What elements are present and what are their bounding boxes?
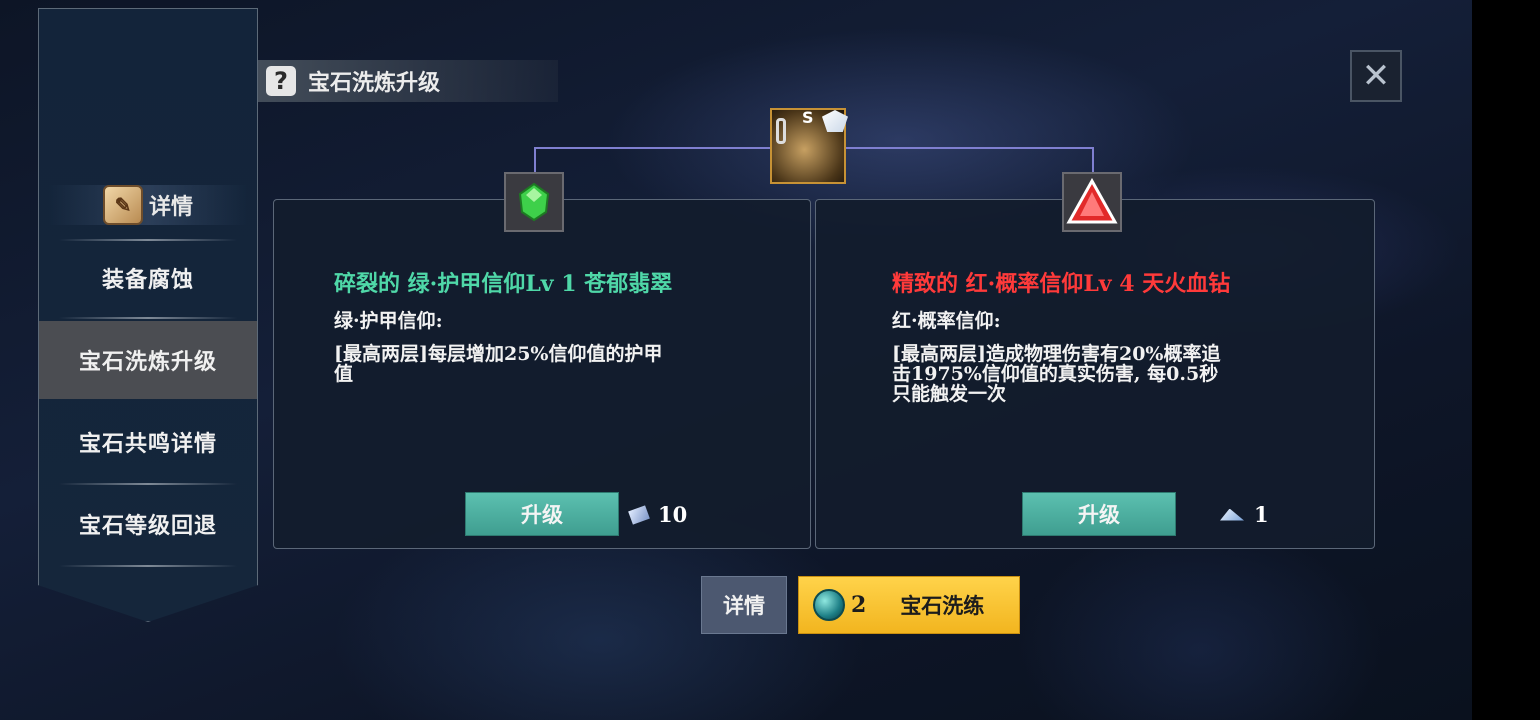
upgrade-button[interactable]: 升级: [465, 492, 619, 536]
upgrade-cost: 10: [628, 502, 688, 527]
green-gem-slot[interactable]: [504, 172, 564, 232]
close-button[interactable]: ✕: [1350, 50, 1402, 102]
sidebar-detail-header[interactable]: ✎ 详情: [49, 185, 247, 225]
gem-refine-button[interactable]: 2 宝石洗练: [798, 576, 1020, 634]
upgrade-button[interactable]: 升级: [1022, 492, 1176, 536]
red-gem-icon: [1066, 178, 1118, 224]
sidebar-item-gem-resonance[interactable]: 宝石共鸣详情: [39, 403, 257, 481]
gem-card-red: 精致的 红·概率信仰Lv 4 天火血钻 红·概率信仰: [最高两层]造成物理伤害…: [815, 199, 1375, 549]
refine-cost-count: 2: [851, 592, 867, 618]
gem-description-line: 击1975%信仰值的真实伤害, 每0.5秒: [892, 363, 1219, 385]
connector-line: [1092, 147, 1094, 173]
page-title: 宝石洗炼升级: [308, 70, 441, 96]
gem-subtitle: 绿·护甲信仰:: [334, 310, 443, 332]
badge-icon: [822, 110, 848, 132]
blue-shard-icon: [628, 504, 650, 525]
gem-title: 碎裂的 绿·护甲信仰Lv 1 苍郁翡翠: [334, 271, 673, 297]
sidebar-detail-label: 详情: [148, 194, 193, 220]
gem-description-line: [最高两层]每层增加25%信仰值的护甲: [334, 343, 663, 365]
screen-edge: [1472, 0, 1540, 720]
gem-description-line: 只能触发一次: [892, 383, 1007, 405]
upgrade-cost: 1: [1220, 502, 1269, 527]
sidebar-item-gem-refine-upgrade[interactable]: 宝石洗炼升级: [39, 321, 257, 399]
sidebar-item-gem-level-rollback[interactable]: 宝石等级回退: [39, 485, 257, 563]
divider: [59, 317, 237, 319]
equipment-grade: S: [802, 108, 814, 127]
refine-button-label: 宝石洗练: [900, 593, 985, 618]
sidebar-item-label: 装备腐蚀: [101, 267, 194, 293]
sidebar-item-label: 宝石等级回退: [78, 513, 217, 539]
equipment-slot[interactable]: S: [770, 108, 848, 184]
sidebar-item-equipment-corrosion[interactable]: 装备腐蚀: [39, 239, 257, 317]
teal-gem-icon: [813, 589, 845, 621]
gem-description-line: 值: [334, 363, 354, 385]
connector-line: [846, 147, 1094, 149]
crystal-shard-icon: [1220, 508, 1244, 521]
game-screen: ✎ 详情 装备腐蚀 宝石洗炼升级 宝石共鸣详情 宝石等级回退 ? 宝石洗炼升级 …: [0, 0, 1472, 720]
cost-value: 10: [658, 502, 688, 527]
red-gem-slot[interactable]: [1062, 172, 1122, 232]
green-gem-icon: [518, 182, 550, 222]
gem-description: [最高两层]每层增加25%信仰值的护甲 值: [334, 344, 662, 384]
gem-title: 精致的 红·概率信仰Lv 4 天火血钻: [892, 271, 1231, 297]
scroll-icon: ✎: [102, 185, 143, 225]
connector-line: [534, 147, 536, 173]
gem-description: [最高两层]造成物理伤害有20%概率追 击1975%信仰值的真实伤害, 每0.5…: [892, 344, 1220, 404]
sidebar-item-label: 宝石共鸣详情: [78, 431, 217, 457]
gem-subtitle: 红·概率信仰:: [892, 310, 1001, 332]
chain-icon: [776, 118, 786, 144]
panel-header: ? 宝石洗炼升级: [258, 60, 558, 102]
gem-card-green: 碎裂的 绿·护甲信仰Lv 1 苍郁翡翠 绿·护甲信仰: [最高两层]每层增加25…: [273, 199, 811, 549]
cost-value: 1: [1254, 502, 1269, 527]
connector-line: [534, 147, 770, 149]
divider: [59, 565, 237, 567]
sidebar-item-label: 宝石洗炼升级: [78, 349, 217, 375]
gem-description-line: [最高两层]造成物理伤害有20%概率追: [892, 343, 1221, 365]
sidebar: ✎ 详情 装备腐蚀 宝石洗炼升级 宝石共鸣详情 宝石等级回退: [38, 8, 258, 622]
question-icon[interactable]: ?: [266, 66, 296, 96]
detail-button[interactable]: 详情: [701, 576, 787, 634]
close-icon: ✕: [1361, 56, 1391, 96]
